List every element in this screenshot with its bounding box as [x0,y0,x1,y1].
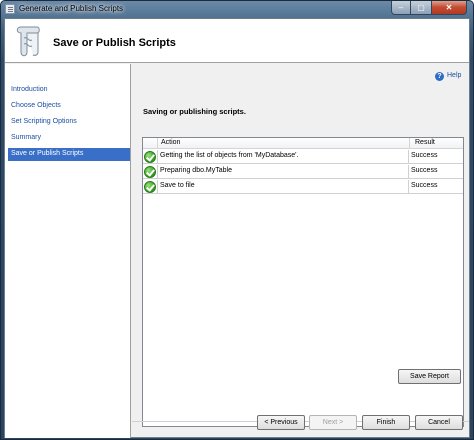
column-header-result[interactable]: Result [415,139,435,146]
status-text: Saving or publishing scripts. [143,107,246,116]
row-result[interactable]: Success [411,152,437,159]
nav-item-summary[interactable]: Summary [8,132,130,145]
table-row[interactable]: Getting the list of objects from 'MyData… [143,150,463,164]
column-header-action[interactable]: Action [161,139,180,146]
wizard-header: Save or Publish Scripts [5,19,469,63]
help-link[interactable]: Help [447,72,461,79]
success-check-icon [144,181,156,193]
table-row[interactable]: Preparing dbo.MyTable Success [143,165,463,179]
cancel-button[interactable]: Cancel [415,415,463,430]
row-result[interactable]: Success [411,182,437,189]
close-button[interactable]: ✕ [431,1,467,15]
success-check-icon [144,151,156,163]
previous-button[interactable]: < Previous [257,415,305,430]
window-controls: – ▢ ✕ [391,1,467,15]
script-scroll-icon [16,26,40,57]
app-icon [5,4,15,14]
nav-item-save-or-publish-scripts[interactable]: Save or Publish Scripts [8,148,130,161]
next-button: Next > [309,415,357,430]
header-separator [409,138,410,149]
success-check-icon [144,166,156,178]
minimize-button[interactable]: – [391,1,411,15]
page-title: Save or Publish Scripts [53,37,176,49]
wizard-window: Generate and Publish Scripts – ▢ ✕ Save … [0,0,474,440]
help-icon[interactable]: ? [435,72,444,81]
wizard-content: ? Help Saving or publishing scripts. Act… [132,64,469,427]
finish-button[interactable]: Finish [362,415,410,430]
save-report-button[interactable]: Save Report [398,369,461,384]
row-action: Save to file [157,180,409,193]
table-row[interactable]: Save to file Success [143,180,463,194]
nav-item-introduction[interactable]: Introduction [8,84,130,97]
dialog-client-area: Save or Publish Scripts Introduction Cho… [4,18,470,438]
wizard-nav: Introduction Choose Objects Set Scriptin… [5,64,131,438]
maximize-button[interactable]: ▢ [411,1,431,15]
row-result[interactable]: Success [411,167,437,174]
grid-header: Action Result [143,138,463,149]
row-action: Preparing dbo.MyTable [157,165,409,178]
header-separator [157,138,158,149]
nav-item-set-scripting-options[interactable]: Set Scripting Options [8,116,130,129]
nav-item-choose-objects[interactable]: Choose Objects [8,100,130,113]
title-bar[interactable]: Generate and Publish Scripts – ▢ ✕ [1,1,473,17]
row-action: Getting the list of objects from 'MyData… [157,150,409,163]
window-title: Generate and Publish Scripts [19,4,124,13]
